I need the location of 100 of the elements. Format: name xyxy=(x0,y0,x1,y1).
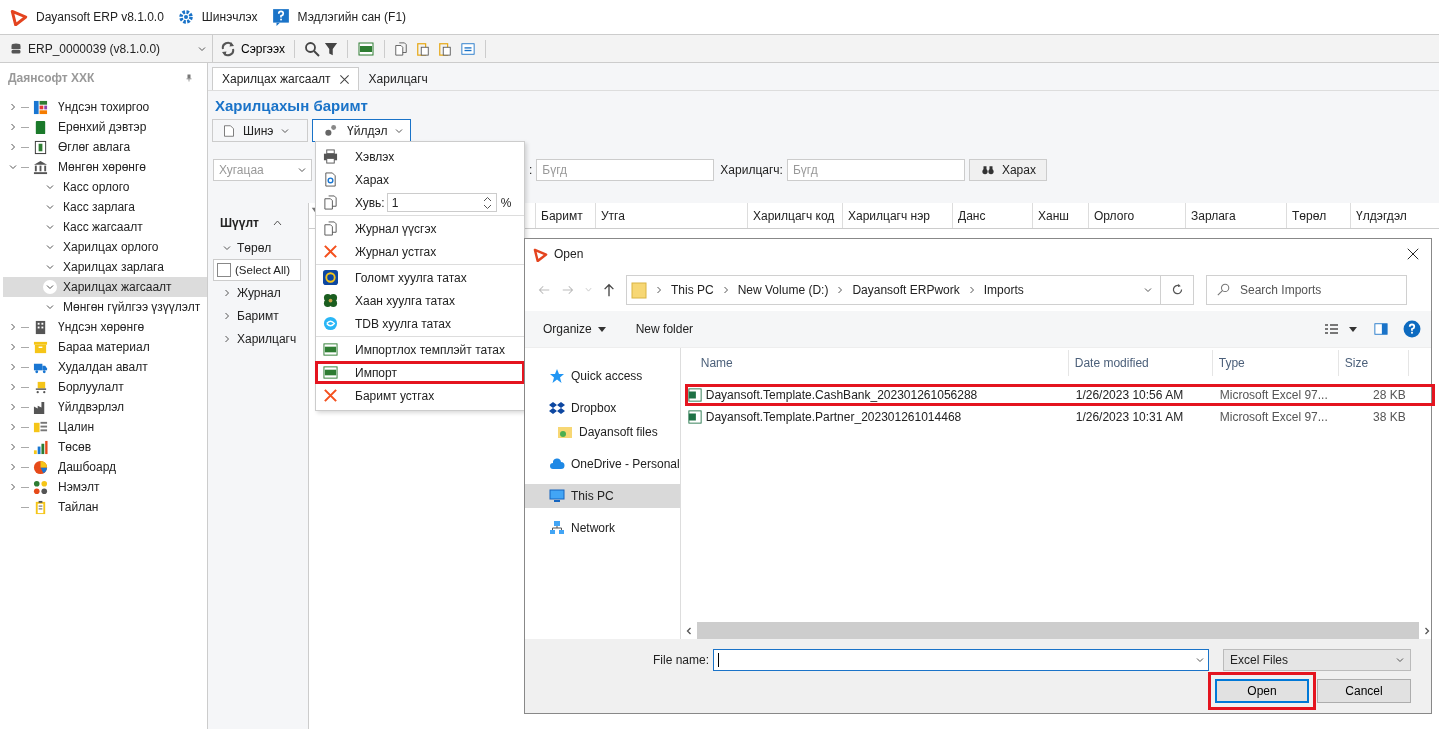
column-header[interactable]: Үлдэгдэл xyxy=(1350,203,1439,228)
nav-item[interactable]: OneDrive - Personal xyxy=(525,452,680,476)
menu-item[interactable]: Голомт хуулга татах xyxy=(315,266,525,289)
tree-item[interactable]: Нэмэлт xyxy=(0,477,207,497)
menu-item[interactable]: Импортлох темплэйт татах xyxy=(315,338,525,361)
tree-item[interactable]: Цалин xyxy=(0,417,207,437)
column-header[interactable]: Утга xyxy=(595,203,747,228)
grid-icon xyxy=(33,99,48,115)
column-header[interactable]: Харилцагч нэр xyxy=(842,203,952,228)
path-segment[interactable]: Imports xyxy=(983,282,1024,297)
menu-item[interactable]: Журнал устгах xyxy=(315,240,525,263)
filter-field[interactable]: Бүгд xyxy=(536,159,715,181)
tree-item[interactable]: Касс зарлага xyxy=(0,197,207,217)
chevron-icon xyxy=(46,203,54,211)
refresh-button[interactable]: Сэргээх xyxy=(213,35,291,62)
tree-item[interactable]: Дашбоард xyxy=(0,457,207,477)
file-row[interactable]: Dayansoft.Template.CashBank_202301261056288 1/26/2023 10:56 AM Microsoft Excel 97... 28 KB xyxy=(684,384,1435,406)
nav-item[interactable]: Dayansoft files xyxy=(525,420,680,444)
filter-field-item[interactable]: Харилцагч xyxy=(237,332,297,346)
scrollbar-thumb[interactable] xyxy=(696,622,1419,639)
chevron-icon xyxy=(46,283,54,291)
menu-item[interactable]: Хаан хуулга татах xyxy=(315,289,525,312)
column-header[interactable]: Орлого xyxy=(1088,203,1185,228)
bank-icon xyxy=(33,159,48,175)
tree-item[interactable]: Үндсэн тохиргоо xyxy=(0,97,207,117)
file-row[interactable]: Dayansoft.Template.Partner_202301261014468 1/26/2023 10:31 AM Microsoft Excel 97... 38 KB xyxy=(684,406,1435,428)
close-icon[interactable] xyxy=(338,73,350,85)
refresh-icon xyxy=(1170,283,1184,296)
select-all-checkbox[interactable]: (Select All) xyxy=(213,259,301,281)
nav-item[interactable]: This PC xyxy=(525,484,680,508)
refresh-button[interactable] xyxy=(1161,274,1194,305)
action-dropdown[interactable]: Үйлдэл xyxy=(312,119,411,142)
tab[interactable]: Харилцагч xyxy=(358,67,437,90)
tree-item[interactable]: Борлуулалт xyxy=(0,377,207,397)
help-link[interactable]: Мэдлэгийн сан (F1) xyxy=(297,10,407,24)
folder-icon xyxy=(557,424,573,440)
partner-field[interactable]: Бүгд xyxy=(786,159,965,181)
tree-item[interactable]: Мөнгөн хөрөнгө xyxy=(0,157,207,177)
nav-item[interactable]: Dropbox xyxy=(525,396,680,420)
dialog-button[interactable]: Open xyxy=(1208,672,1316,710)
menu-item[interactable]: TDB хуулга татах xyxy=(315,312,525,335)
tree-item[interactable]: Худалдан авалт xyxy=(0,357,207,377)
search-icon xyxy=(303,40,320,57)
column-header[interactable]: Төрөл xyxy=(1286,203,1350,228)
filter-group[interactable]: Төрөл xyxy=(237,241,272,255)
command-button[interactable]: New folder xyxy=(635,322,694,336)
document-icon xyxy=(223,123,235,138)
tree-item[interactable]: Касс жагсаалт xyxy=(0,217,207,237)
percent-spinbox[interactable]: 1 xyxy=(386,193,497,212)
column-header[interactable]: Зарлага xyxy=(1185,203,1286,228)
tree-item[interactable]: Төсөв xyxy=(0,437,207,457)
tab[interactable]: Харилцах жагсаалт xyxy=(212,67,359,90)
dialog-button[interactable]: Cancel xyxy=(1317,679,1411,703)
tree-item[interactable]: Мөнгөн гүйлгээ үзүүлэлт xyxy=(0,297,207,317)
tree-item[interactable]: Касс орлого xyxy=(0,177,207,197)
view-button[interactable]: Харах xyxy=(968,159,1047,181)
tree-item[interactable]: Харилцах орлого xyxy=(0,237,207,257)
nav-item[interactable]: Quick access xyxy=(525,364,680,388)
chevron-icon xyxy=(1144,285,1152,294)
column-header[interactable]: Name xyxy=(680,350,1069,376)
tree-item[interactable]: Харилцах жагсаалт xyxy=(3,277,207,297)
tree-item[interactable]: Үйлдвэрлэл xyxy=(0,397,207,417)
path-segment[interactable]: This PC xyxy=(671,282,714,297)
file-name-field[interactable] xyxy=(713,649,1209,671)
column-header[interactable]: Size xyxy=(1338,350,1409,376)
spreadsheet-icon xyxy=(687,388,702,402)
path-segment[interactable]: Dayansoft ERPwork xyxy=(852,282,960,297)
tree-item[interactable]: Ерөнхий дэвтэр xyxy=(0,117,207,137)
close-icon[interactable] xyxy=(1407,248,1419,260)
menu-item[interactable]: Баримт устгах xyxy=(315,384,525,407)
tree-item[interactable]: Харилцах зарлага xyxy=(0,257,207,277)
column-header[interactable]: Date modified xyxy=(1068,350,1213,376)
column-header[interactable]: Ханш xyxy=(1032,203,1088,228)
tree-item[interactable]: Бараа материал xyxy=(0,337,207,357)
collapse-icon[interactable] xyxy=(272,220,282,226)
menu-item[interactable]: Импорт xyxy=(315,361,525,384)
clipboard-icon xyxy=(437,40,452,57)
nav-item[interactable]: Network xyxy=(525,516,680,540)
chevron-icon xyxy=(223,312,231,320)
clover-icon xyxy=(323,293,338,308)
filter-field-item[interactable]: Баримт xyxy=(237,309,279,323)
file-type-select[interactable]: Excel Files xyxy=(1223,649,1411,671)
address-bar[interactable]: This PC New Volume (D:) Dayansoft ERPwork Imports xyxy=(626,274,1161,305)
column-header[interactable]: Данс xyxy=(952,203,1032,228)
column-header[interactable]: Type xyxy=(1212,350,1339,376)
tree-item[interactable]: Үндсэн хөрөнгө xyxy=(0,317,207,337)
menu-item[interactable]: Журнал үүсгэх xyxy=(315,217,525,240)
menu-item[interactable]: Харах xyxy=(315,168,525,191)
database-select[interactable]: ERP_0000039 (v8.1.0.0) xyxy=(0,35,213,62)
action-dropdown[interactable]: Шинэ xyxy=(212,119,308,142)
command-button[interactable]: Organize xyxy=(543,322,606,336)
tree-item[interactable]: Тайлан xyxy=(0,497,207,517)
tree-item[interactable]: Өглөг авлага xyxy=(0,137,207,157)
path-segment[interactable]: New Volume (D:) xyxy=(737,282,829,297)
search-field[interactable]: Search Imports xyxy=(1206,274,1407,305)
update-link[interactable]: Шинэчлэх xyxy=(201,10,258,24)
filter-field-item[interactable]: Журнал xyxy=(237,286,281,300)
menu-item[interactable]: Хэвлэх xyxy=(315,145,525,168)
column-header[interactable]: Харилцагч код xyxy=(747,203,842,228)
column-header[interactable]: Баримт xyxy=(535,203,595,228)
